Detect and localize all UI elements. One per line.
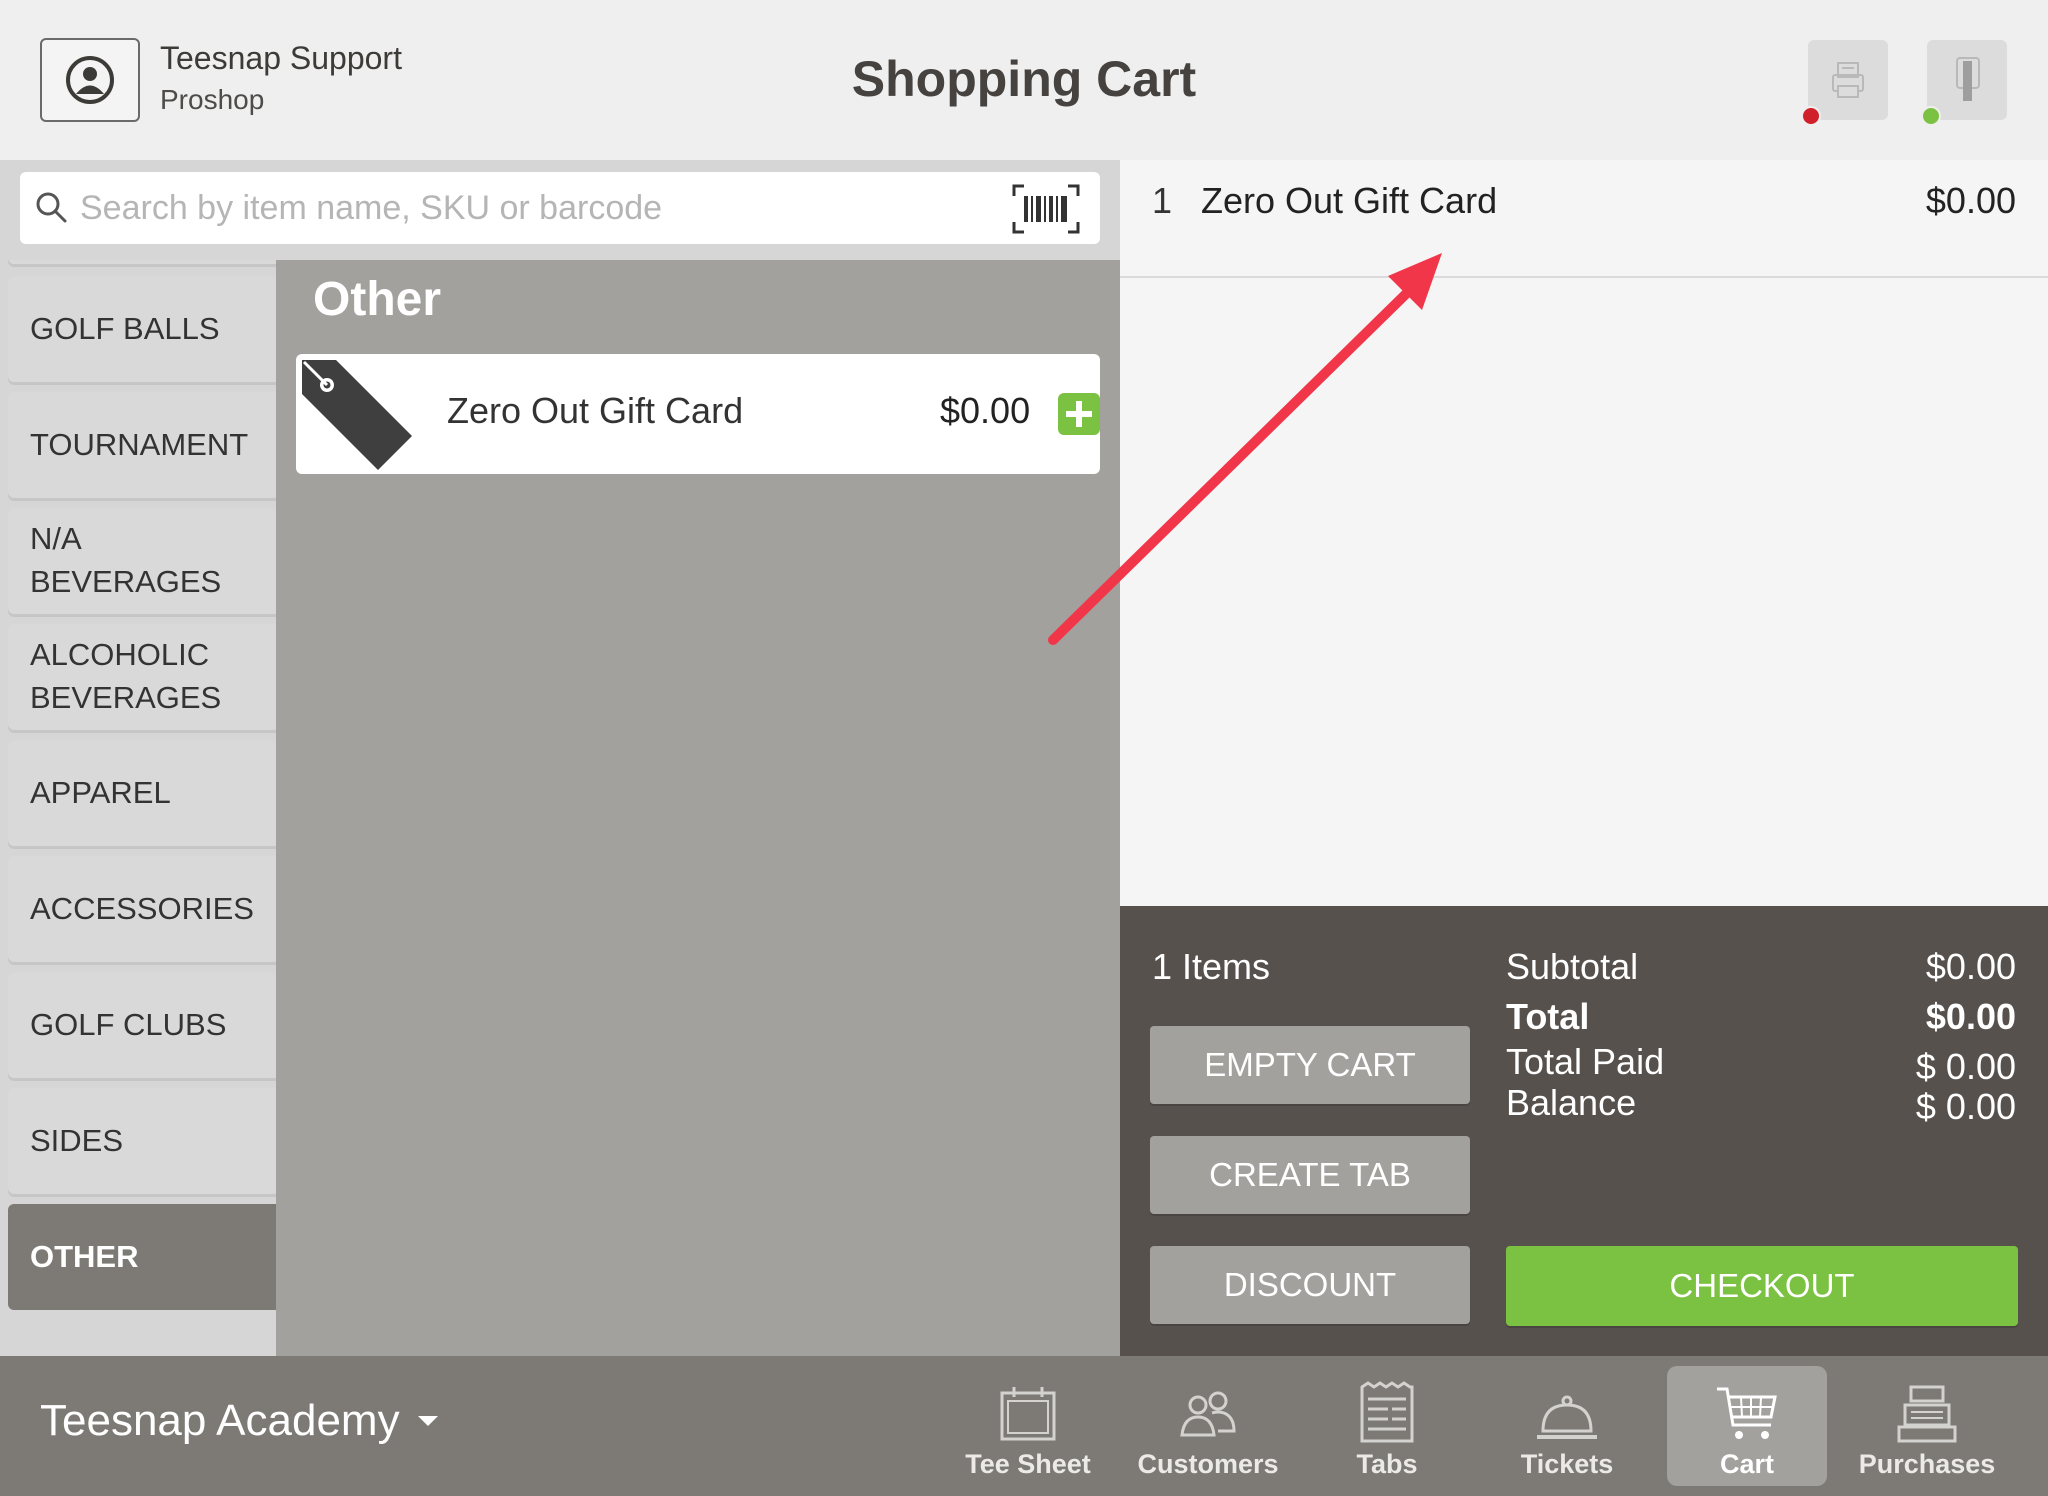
category-item-golf-balls[interactable]: GOLF BALLS	[8, 276, 276, 382]
search-icon	[36, 192, 67, 223]
tab-purchases[interactable]: Purchases	[1847, 1366, 2007, 1486]
category-item-alcoholic-beverages[interactable]: ALCOHOLIC BEVERAGES	[8, 624, 276, 730]
printer-icon	[1832, 62, 1864, 98]
location-selector[interactable]: Teesnap Academy	[40, 1396, 438, 1446]
cart-icon	[1717, 1387, 1777, 1439]
tab-label: Tee Sheet	[965, 1449, 1091, 1479]
category-label: N/A BEVERAGES	[30, 521, 222, 599]
category-list: GOLF BALLS TOURNAMENT N/A BEVERAGES ALCO…	[0, 260, 276, 1356]
total-paid-label: Total Paid	[1506, 1041, 1665, 1082]
cart-list: 1 Zero Out Gift Card $0.00	[1120, 160, 2048, 906]
cart-item-name: Zero Out Gift Card	[1201, 180, 1498, 221]
product-card[interactable]: Zero Out Gift Card $0.00	[296, 354, 1100, 474]
price-tag-icon	[302, 360, 412, 470]
balance-label: Balance	[1506, 1082, 1637, 1123]
add-to-cart-button[interactable]	[1058, 393, 1100, 435]
category-label: GOLF CLUBS	[30, 1006, 227, 1042]
card-reader-status-indicator	[1921, 106, 1941, 126]
tab-tabs[interactable]: Tabs	[1307, 1366, 1467, 1486]
page-title: Shopping Cart	[851, 51, 1197, 107]
tab-customers[interactable]: Customers	[1128, 1366, 1288, 1486]
category-label: APPAREL	[30, 774, 171, 810]
items-count: 1 Items	[1152, 946, 1271, 987]
category-item-accessories[interactable]: ACCESSORIES	[8, 856, 276, 962]
calendar-icon	[1000, 1387, 1056, 1441]
discount-button[interactable]: DISCOUNT	[1150, 1246, 1470, 1324]
category-item-apparel[interactable]: APPAREL	[8, 740, 276, 846]
tab-label: Purchases	[1858, 1449, 1996, 1479]
plus-icon	[1066, 401, 1092, 427]
tab-tickets[interactable]: Tickets	[1487, 1366, 1647, 1486]
category-item-tournament[interactable]: TOURNAMENT	[8, 392, 276, 498]
service-bell-icon	[1537, 1395, 1597, 1439]
tab-label: Cart	[1719, 1449, 1774, 1479]
card-reader-icon	[1956, 57, 1980, 101]
receipt-icon	[1360, 1381, 1414, 1443]
category-label: TOURNAMENT	[30, 426, 249, 462]
catalog-panel: GOLF BALLS TOURNAMENT N/A BEVERAGES ALCO…	[0, 160, 1120, 1356]
total-paid-value: $ 0.00	[1915, 1046, 2016, 1087]
printer-button[interactable]	[1808, 40, 1888, 120]
card-reader-button[interactable]	[1927, 40, 2007, 120]
category-item-partial[interactable]	[8, 260, 276, 264]
tab-label: Customers	[1137, 1449, 1279, 1479]
category-label: GOLF BALLS	[30, 310, 220, 346]
total-value: $0.00	[1925, 996, 2016, 1037]
product-grid: Other Zero Out Gift Card $0.00	[276, 260, 1120, 1356]
category-item-other[interactable]: OTHER	[8, 1204, 276, 1310]
people-icon	[1180, 1391, 1236, 1437]
category-label: ACCESSORIES	[30, 890, 254, 926]
tab-tee-sheet[interactable]: Tee Sheet	[948, 1366, 1108, 1486]
empty-cart-button[interactable]: EMPTY CART	[1150, 1026, 1470, 1104]
category-item-golf-clubs[interactable]: GOLF CLUBS	[8, 972, 276, 1078]
cart-item-price: $0.00	[1925, 180, 2016, 221]
balance-value: $ 0.00	[1915, 1086, 2016, 1127]
subtotal-value: $0.00	[1925, 946, 2016, 987]
category-item-sides[interactable]: SIDES	[8, 1088, 276, 1194]
total-label: Total	[1506, 996, 1590, 1037]
header-bar: Teesnap Support Proshop Shopping Cart	[0, 0, 2048, 160]
category-label: SIDES	[30, 1122, 124, 1158]
search-bar	[20, 172, 1100, 244]
printer-status-indicator	[1801, 106, 1821, 126]
cart-line-item[interactable]: 1 Zero Out Gift Card $0.00	[1120, 160, 2048, 278]
search-input[interactable]	[80, 176, 1000, 240]
caret-down-icon	[417, 1416, 438, 1426]
tab-cart[interactable]: Cart	[1667, 1366, 1827, 1486]
category-item-na-beverages[interactable]: N/A BEVERAGES	[8, 508, 276, 614]
location-name: Teesnap Academy	[40, 1396, 400, 1445]
product-name: Zero Out Gift Card	[447, 390, 744, 431]
cash-register-icon	[1897, 1385, 1957, 1443]
subtotal-label: Subtotal	[1506, 946, 1639, 987]
tab-label: Tickets	[1520, 1449, 1614, 1479]
product-price: $0.00	[940, 390, 1031, 431]
category-label: OTHER	[30, 1238, 139, 1274]
section-title: Other	[313, 273, 442, 326]
create-tab-button[interactable]: CREATE TAB	[1150, 1136, 1470, 1214]
bottom-tab-bar: Teesnap Academy Tee Sheet Customers Tabs…	[0, 1356, 2048, 1496]
tab-label: Tabs	[1356, 1449, 1418, 1479]
barcode-scan-icon[interactable]	[1012, 184, 1080, 234]
cart-item-qty: 1	[1152, 180, 1173, 221]
checkout-button[interactable]: CHECKOUT	[1506, 1246, 2018, 1326]
cart-summary: 1 Items Subtotal $0.00 Total $0.00 Total…	[1120, 906, 2048, 1356]
category-label: ALCOHOLIC BEVERAGES	[30, 637, 222, 715]
